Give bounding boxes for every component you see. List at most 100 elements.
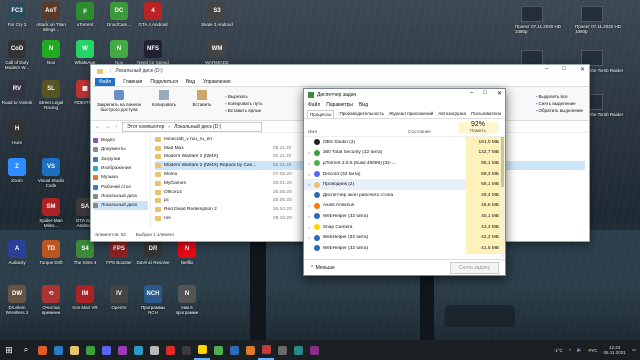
- pin-quick-access-button[interactable]: Закрепить на панели быстрого доступа: [97, 90, 141, 117]
- desktop-icon[interactable]: N Ник в программе: [170, 285, 204, 315]
- desktop-file-label[interactable]: Проект 07.11.2020 HD 1080p: [575, 24, 631, 34]
- paste-shortcut-button[interactable]: Вставить ярлык: [225, 108, 262, 113]
- copy-path-button[interactable]: Копировать путь: [225, 101, 263, 106]
- column-status[interactable]: Состояние: [408, 129, 458, 134]
- close-icon[interactable]: ✕: [580, 66, 585, 73]
- sidebar-item[interactable]: Локальный диск: [93, 201, 148, 211]
- desktop-icon[interactable]: RV Road to Vostok: [0, 80, 34, 110]
- column-name[interactable]: Имя: [308, 129, 408, 134]
- start-button[interactable]: ⊞: [0, 340, 18, 360]
- taskbar-app-icon[interactable]: [34, 340, 50, 360]
- desktop-icon[interactable]: FPS FPS Booster: [102, 240, 136, 270]
- menu-view[interactable]: Вид: [359, 102, 368, 108]
- desktop-icon[interactable]: CoD Call of Duty Modern W...: [0, 40, 34, 70]
- minimize-icon[interactable]: –: [545, 66, 548, 73]
- taskbar-app-icon[interactable]: [274, 340, 290, 360]
- desktop-icon[interactable]: SM Spider-Man Miles...: [34, 198, 68, 228]
- minimize-icon[interactable]: –: [470, 90, 473, 97]
- desktop-icon[interactable]: TD Torque Drift: [34, 240, 68, 270]
- weather-temp[interactable]: -1°C: [554, 348, 563, 353]
- desktop-icon[interactable]: DC DroidCam...: [102, 2, 136, 32]
- taskbar-app-icon[interactable]: [242, 340, 258, 360]
- taskbar-app-icon[interactable]: [50, 340, 66, 360]
- forward-arrow-icon[interactable]: →: [105, 124, 111, 130]
- desktop-icon[interactable]: A Audacity: [0, 240, 34, 270]
- desktop-file-label[interactable]: Проект 07.11.2020 HD 1080p: [515, 24, 571, 34]
- copy-button[interactable]: Копировать: [149, 90, 179, 117]
- search-icon[interactable]: ⌕: [18, 340, 34, 360]
- video-thumbnail[interactable]: [521, 6, 543, 22]
- clock[interactable]: 12:43 06.11.2021: [604, 345, 626, 355]
- maximize-icon[interactable]: □: [562, 66, 566, 73]
- scrollbar[interactable]: [501, 137, 504, 257]
- desktop-icon[interactable]: N Netflix: [170, 240, 204, 270]
- sidebar-item[interactable]: Изображения: [93, 164, 148, 173]
- tab-app-history[interactable]: Журнал приложений: [389, 111, 433, 116]
- sidebar-item[interactable]: Документы: [93, 145, 148, 154]
- scrollbar-thumb[interactable]: [501, 137, 504, 187]
- taskbar-app-icon[interactable]: [66, 340, 82, 360]
- desktop-icon[interactable]: VS Visual Studio Code: [34, 158, 68, 188]
- process-row[interactable]: > Snap Camera 43,3 МБ: [304, 221, 505, 233]
- desktop-icon[interactable]: IV OpenIV: [102, 285, 136, 315]
- notification-icon[interactable]: ▭: [632, 347, 636, 353]
- taskbar-app-icon[interactable]: [114, 340, 130, 360]
- process-row[interactable]: Диспетчер окон рабочего стола 49,4 МБ: [304, 189, 505, 201]
- invert-selection-button[interactable]: Обратить выделение: [536, 108, 583, 113]
- process-row[interactable]: > µTorrent 3.5.5 (build 46096) [32-... 96,…: [304, 158, 505, 169]
- sidebar-item[interactable]: Локальный диск: [93, 192, 148, 201]
- up-arrow-icon[interactable]: ↑: [115, 124, 118, 130]
- desktop-icon[interactable]: S4 The Sims 4: [68, 240, 102, 270]
- end-task-button[interactable]: Снять задачу: [449, 261, 499, 274]
- tab-performance[interactable]: Производительность: [339, 111, 384, 116]
- desktop-icon[interactable]: SL Street Legal Racing: [34, 80, 68, 110]
- taskbar-app-icon[interactable]: [226, 340, 242, 360]
- back-arrow-icon[interactable]: ←: [95, 124, 101, 130]
- tab-view[interactable]: Вид: [186, 79, 195, 85]
- close-icon[interactable]: ✕: [497, 90, 502, 97]
- sidebar-item[interactable]: Рабочий стол: [93, 182, 148, 191]
- task-manager-window[interactable]: Диспетчер задач – □ ✕ Файл Параметры Вид…: [303, 88, 506, 276]
- process-row[interactable]: > Проводник (2) 56,1 МБ: [304, 179, 505, 190]
- cut-button[interactable]: Вырезать: [225, 94, 262, 99]
- paste-button[interactable]: Вставить: [187, 90, 217, 117]
- explorer-titlebar[interactable]: | Локальный диск (D:) – □ ✕: [91, 65, 589, 77]
- video-thumbnail[interactable]: [581, 6, 603, 22]
- process-row[interactable]: > Avast Antivirus 46,5 МБ: [304, 200, 505, 212]
- taskbar-app-icon[interactable]: [306, 340, 322, 360]
- tab-file[interactable]: Файл: [95, 77, 116, 86]
- taskbar-app-icon[interactable]: [194, 340, 210, 360]
- process-row[interactable]: OBS Studio (3) 181,0 МБ: [304, 137, 505, 148]
- sidebar-item[interactable]: Видео: [93, 136, 148, 145]
- taskbar-app-icon[interactable]: [290, 340, 306, 360]
- breadcrumb-computer[interactable]: Этот компьютер: [127, 124, 164, 130]
- desktop-icon[interactable]: H Hunt: [0, 120, 34, 150]
- process-row[interactable]: > WebHelper (32 бита) 42,2 МБ: [304, 232, 505, 243]
- tab-processes[interactable]: Процессы: [307, 109, 335, 118]
- tab-home[interactable]: Главная: [123, 79, 142, 85]
- desktop-icon[interactable]: IM Iron Man VR: [68, 285, 102, 315]
- process-row[interactable]: > WebHelper (32 бита) 45,1 МБ: [304, 211, 505, 222]
- fewer-details-button[interactable]: ⌃ Меньше: [310, 265, 335, 271]
- select-all-button[interactable]: Выделить все: [536, 94, 583, 99]
- desktop-icon[interactable]: N Nox: [34, 40, 68, 70]
- desktop-icon[interactable]: 4 GTA 4 Android: [136, 2, 170, 32]
- taskbar-app-icon[interactable]: [178, 340, 194, 360]
- taskbar-app-icon[interactable]: [98, 340, 114, 360]
- menu-file[interactable]: Файл: [308, 102, 320, 108]
- deselect-button[interactable]: Снять выделение: [536, 101, 583, 106]
- menu-options[interactable]: Параметры: [326, 102, 353, 108]
- taskbar-app-icon[interactable]: [130, 340, 146, 360]
- tab-share[interactable]: Поделиться: [150, 79, 178, 85]
- address-bar[interactable]: Этот компьютер › Локальный диск (D:): [122, 121, 262, 132]
- language-indicator[interactable]: РУС: [589, 348, 598, 353]
- process-row[interactable]: >360 Total Security (32 бита) 132,7 МБ: [304, 147, 505, 159]
- taskbar-app-icon[interactable]: [210, 340, 226, 360]
- desktop-icon[interactable]: DR DaVinci Resolve: [136, 240, 170, 270]
- tab-startup[interactable]: Автозагрузка: [438, 111, 466, 116]
- task-manager-titlebar[interactable]: Диспетчер задач – □ ✕: [304, 89, 505, 100]
- desktop-icon[interactable]: AoT Attack on Titan Wings...: [34, 2, 68, 32]
- taskbar-app-icon[interactable]: [82, 340, 98, 360]
- tab-users[interactable]: Пользователи: [471, 111, 501, 116]
- desktop-icon[interactable]: DW Drunken Wrestlers 2: [0, 285, 34, 315]
